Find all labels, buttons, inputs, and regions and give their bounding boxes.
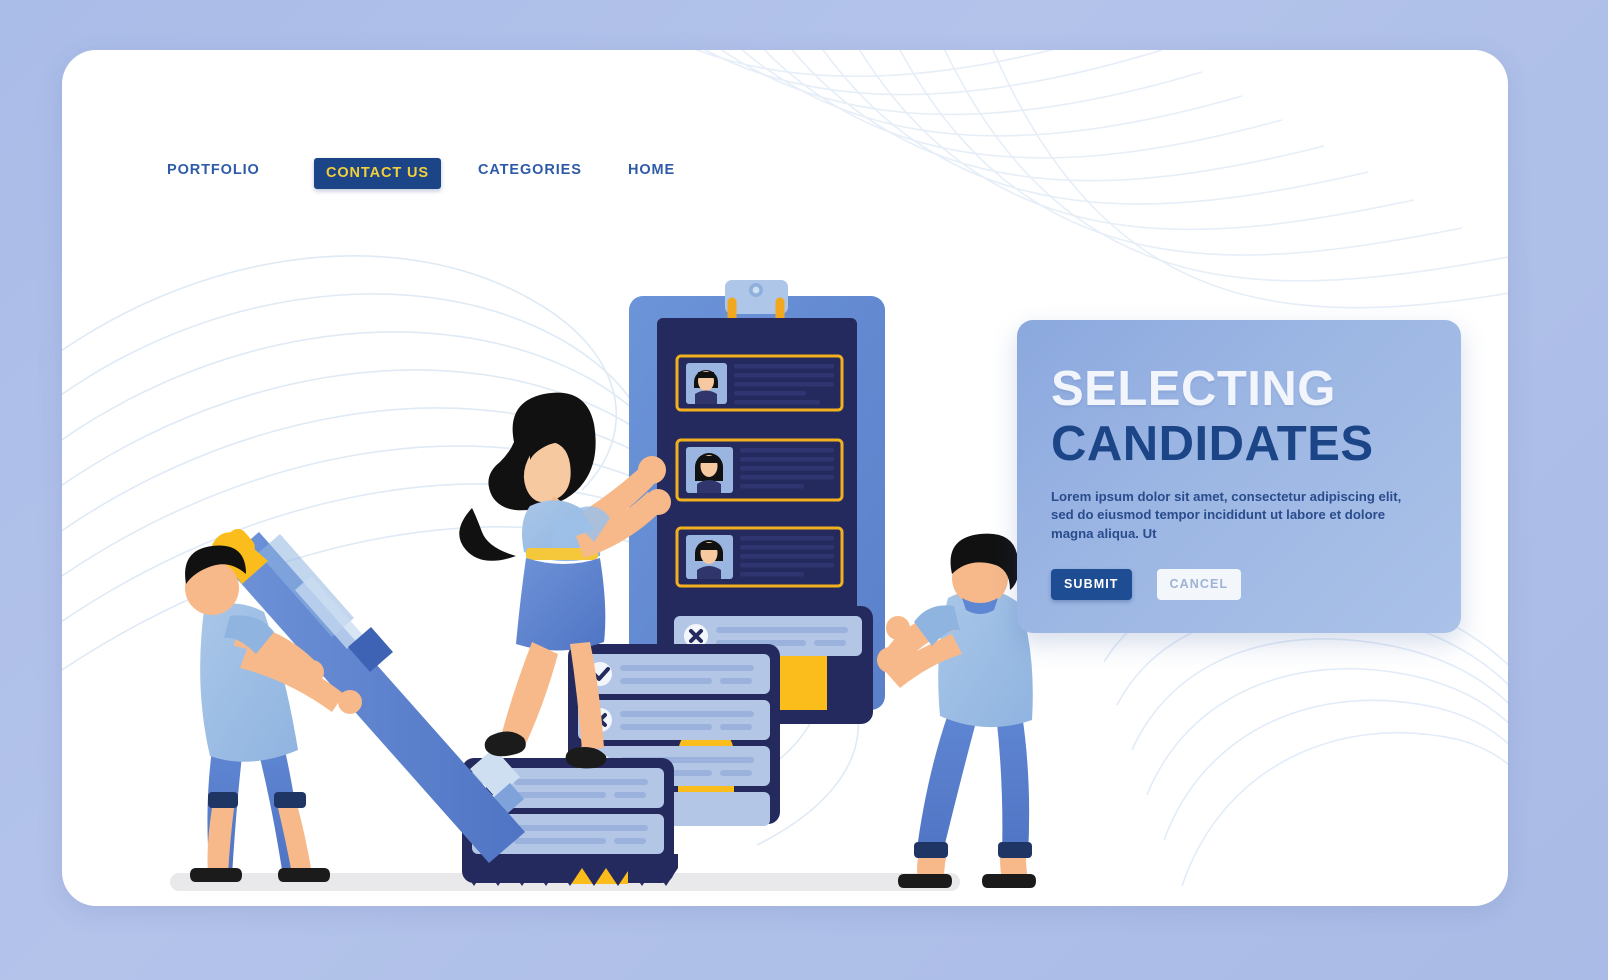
- candidate-card: [675, 354, 844, 412]
- character-man-with-pen: [185, 528, 525, 882]
- page-frame: PORTFOLIO CONTACT US CATEGORIES HOME SEL…: [0, 0, 1608, 980]
- panel-title-line2: CANDIDATES: [1051, 417, 1374, 472]
- panel-actions: SUBMIT CANCEL: [1051, 569, 1427, 601]
- nav-item-home[interactable]: HOME: [628, 162, 675, 178]
- nav-item-portfolio[interactable]: PORTFOLIO: [167, 162, 260, 178]
- submit-button[interactable]: SUBMIT: [1051, 569, 1132, 601]
- avatar: [694, 370, 718, 404]
- cancel-button[interactable]: CANCEL: [1156, 569, 1242, 601]
- panel-title-line1: SELECTING: [1051, 362, 1336, 416]
- nav-item-categories[interactable]: CATEGORIES: [478, 162, 582, 178]
- avatar: [695, 453, 723, 493]
- info-panel: SELECTING CANDIDATES Lorem ipsum dolor s…: [1017, 320, 1461, 633]
- avatar: [695, 540, 723, 579]
- panel-body-text: Lorem ipsum dolor sit amet, consectetur …: [1051, 489, 1402, 541]
- nav-item-contact-us[interactable]: CONTACT US: [314, 158, 441, 189]
- character-man-right: [877, 533, 1036, 888]
- top-navigation: PORTFOLIO CONTACT US CATEGORIES HOME: [62, 50, 1508, 189]
- page-card: PORTFOLIO CONTACT US CATEGORIES HOME SEL…: [62, 50, 1508, 906]
